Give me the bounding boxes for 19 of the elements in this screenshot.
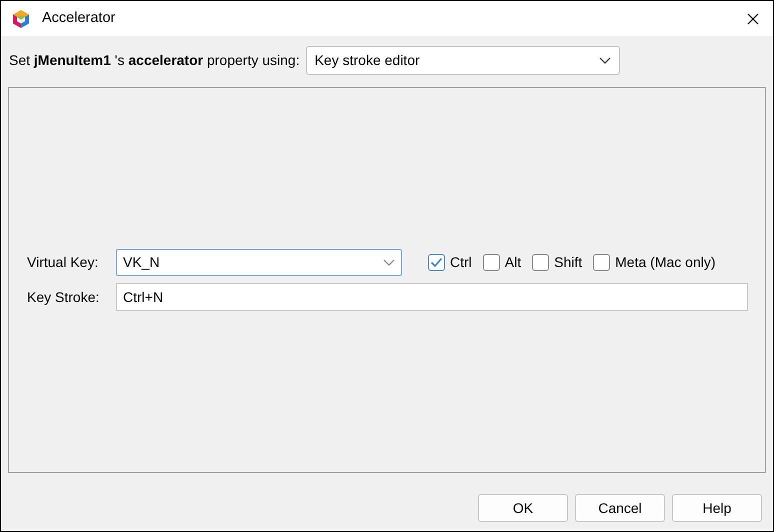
dialog-button[interactable]: OK xyxy=(478,494,568,522)
dialog-button[interactable]: Help xyxy=(672,494,762,522)
dialog-button[interactable]: Cancel xyxy=(575,494,665,522)
caret-icon xyxy=(383,259,395,266)
modifier-checkbox[interactable]: Shift xyxy=(532,252,582,273)
field-label: Virtual Key: xyxy=(27,253,100,272)
close-icon xyxy=(747,12,759,24)
app-logo-icon xyxy=(11,8,31,28)
editor-dropdown[interactable]: Key stroke editor xyxy=(306,46,620,74)
modifier-checkbox[interactable]: Ctrl xyxy=(428,252,472,273)
window-title: Accelerator xyxy=(42,8,116,28)
virtual-key-dropdown[interactable]: VK_N xyxy=(116,249,402,276)
check-icon xyxy=(430,257,443,268)
modifier-checkbox[interactable]: Meta (Mac only) xyxy=(593,252,716,273)
field-label: Key Stroke: xyxy=(27,288,100,307)
caret-icon xyxy=(598,56,611,64)
property-sentence: Set jMenuItem1 's accelerator property using: xyxy=(9,50,300,70)
modifier-checkbox[interactable]: Alt xyxy=(482,252,522,273)
key-stroke-field[interactable]: Ctrl+N xyxy=(116,283,748,311)
